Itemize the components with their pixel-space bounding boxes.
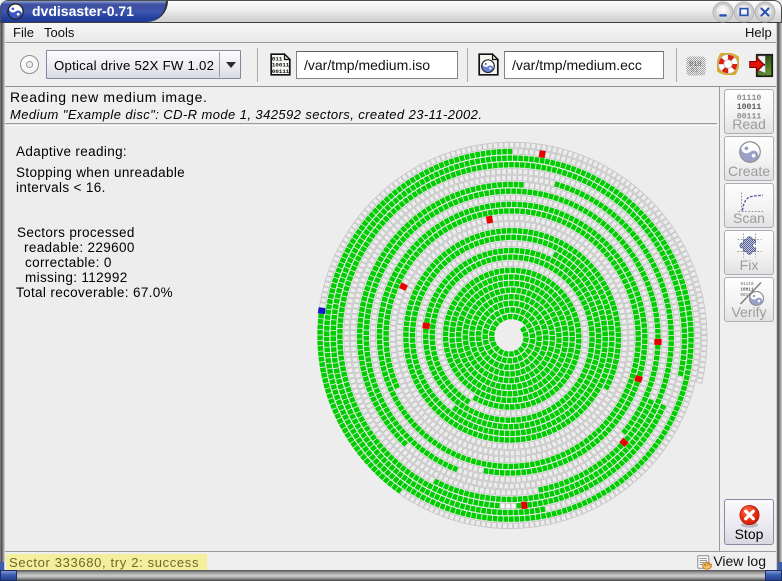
svg-text:01110: 01110 — [740, 282, 754, 287]
svg-text:10011: 10011 — [737, 103, 762, 112]
svg-text:00111: 00111 — [272, 68, 290, 75]
svg-text:01110: 01110 — [737, 94, 762, 103]
svg-text:01: 01 — [691, 67, 699, 74]
